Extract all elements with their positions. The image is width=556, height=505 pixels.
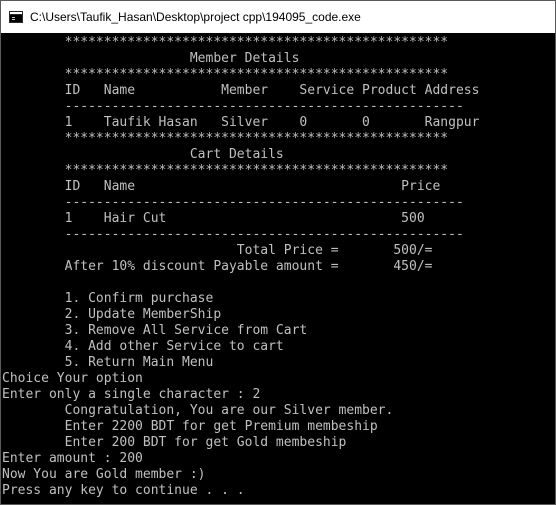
console-line: ID Name Member Service Product Address [2,83,480,98]
console-line: Cart Details [2,147,284,162]
console-line: ****************************************… [2,35,449,50]
console-line: Choice Your option [2,371,143,386]
console-line: 1 Taufik Hasan Silver 0 0 Rangpur [2,115,480,130]
console-line: After 10% discount Payable amount = 450/… [2,259,433,274]
console-line: Enter 200 BDT for get Gold membeship [2,435,347,450]
console-line: 2. Update MemberShip [2,307,222,322]
console-line: Member Details [2,51,300,66]
console-line: Now You are Gold member :) [2,467,206,482]
console-line: Congratulation, You are our Silver membe… [2,403,394,418]
console-line: ****************************************… [2,67,449,82]
console-line: ----------------------------------------… [2,195,464,210]
console-line: ****************************************… [2,163,449,178]
console-line: Total Price = 500/= [2,243,433,258]
console-line: 4. Add other Service to cart [2,339,284,354]
console-line: Enter amount : 200 [2,451,143,466]
console-line: ----------------------------------------… [2,227,464,242]
title-bar[interactable]: C:\Users\Taufik_Hasan\Desktop\project cp… [1,1,555,33]
console-app-icon [9,11,23,23]
console-line: ID Name Price [2,179,441,194]
console-line: Press any key to continue . . . [2,483,245,498]
console-line: ****************************************… [2,131,449,146]
console-line: Enter 2200 BDT for get Premium membeship [2,419,378,434]
console-line: 3. Remove All Service from Cart [2,323,308,338]
window-title: C:\Users\Taufik_Hasan\Desktop\project cp… [30,10,361,24]
console-line: 5. Return Main Menu [2,355,214,370]
console-window: C:\Users\Taufik_Hasan\Desktop\project cp… [0,0,556,505]
console-line: 1 Hair Cut 500 [2,211,425,226]
console-line: ----------------------------------------… [2,99,464,114]
console-line: 1. Confirm purchase [2,291,214,306]
console-output[interactable]: ****************************************… [2,35,554,503]
console-line: Enter only a single character : 2 [2,387,261,402]
